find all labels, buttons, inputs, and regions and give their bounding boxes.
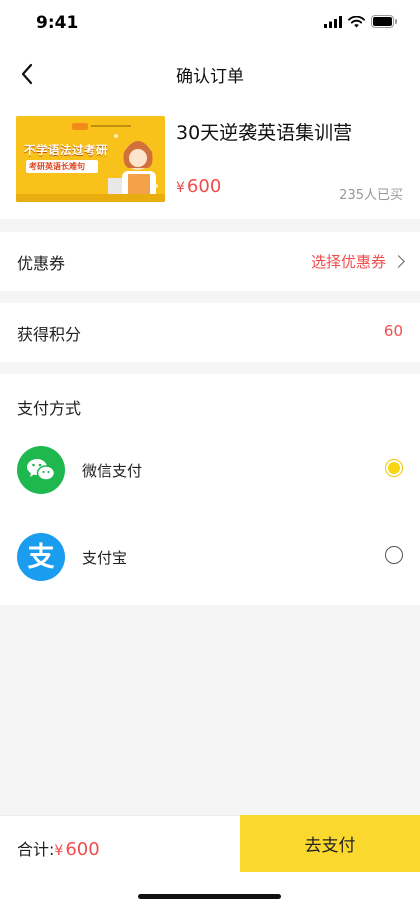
status-bar: 9:41 xyxy=(0,0,420,48)
points-label: 获得积分 xyxy=(17,325,82,344)
total-value: 600 xyxy=(65,839,100,860)
payment-label-alipay: 支付宝 xyxy=(82,549,128,567)
checkout-footer: 合计:¥ 600 去支付 xyxy=(0,815,420,909)
coupon-row[interactable]: 优惠券 选择优惠券 xyxy=(0,232,420,291)
chevron-right-icon xyxy=(392,255,405,268)
status-icons xyxy=(324,15,398,28)
total-label: 合计: xyxy=(17,840,55,859)
course-cover-image: 不学语法过考研 考研英语长难句 xyxy=(16,116,165,202)
points-value: 60 xyxy=(383,322,403,340)
payment-label-wechat: 微信支付 xyxy=(82,462,143,480)
coupon-value: 选择优惠券 xyxy=(310,253,386,271)
sold-count: 235人已买 xyxy=(339,188,403,203)
total-currency: ¥ xyxy=(54,843,64,859)
product-title: 30天逆袭英语集训营 xyxy=(176,122,353,144)
status-time: 9:41 xyxy=(36,13,79,33)
price-value: 600 xyxy=(186,176,222,197)
nav-bar: 确认订单 xyxy=(0,48,420,100)
product-price: ¥600 xyxy=(176,176,221,197)
signal-icon xyxy=(324,15,342,28)
cover-title-text: 不学语法过考研 xyxy=(24,143,108,157)
home-indicator xyxy=(138,894,281,899)
payment-option-alipay[interactable]: 支 支付宝 xyxy=(0,522,420,592)
alipay-icon: 支 xyxy=(17,533,65,581)
payment-option-wechat[interactable]: 微信支付 xyxy=(0,435,420,505)
total-summary: 合计:¥ 600 xyxy=(17,836,100,860)
wechat-pay-icon xyxy=(17,446,65,494)
cover-subtitle-text: 考研英语长难句 xyxy=(29,162,85,171)
page-title: 确认订单 xyxy=(176,67,244,87)
payment-title: 支付方式 xyxy=(17,399,82,418)
svg-text:支: 支 xyxy=(28,542,55,573)
wifi-icon xyxy=(348,15,365,27)
radio-wechat-selected[interactable] xyxy=(385,459,403,477)
coupon-label: 优惠券 xyxy=(17,254,66,273)
battery-icon xyxy=(371,15,397,28)
payment-section: 支付方式 微信支付 支 支付宝 xyxy=(0,374,420,605)
product-card: 不学语法过考研 考研英语长难句 30天逆袭英语集训营 ¥600 235人已买 xyxy=(0,100,420,219)
currency-symbol: ¥ xyxy=(176,180,185,196)
total-amount: ¥600 xyxy=(54,839,99,860)
pay-button[interactable]: 去支付 xyxy=(240,815,420,872)
points-row: 获得积分 60 xyxy=(0,303,420,362)
coupon-select[interactable]: 选择优惠券 xyxy=(310,251,405,272)
radio-alipay-unselected[interactable] xyxy=(385,546,403,564)
order-confirm-page: 9:41 确认订单 不学语法过考研 考研英语长难句 30天逆袭英语集训营 ¥ 6… xyxy=(0,0,420,909)
